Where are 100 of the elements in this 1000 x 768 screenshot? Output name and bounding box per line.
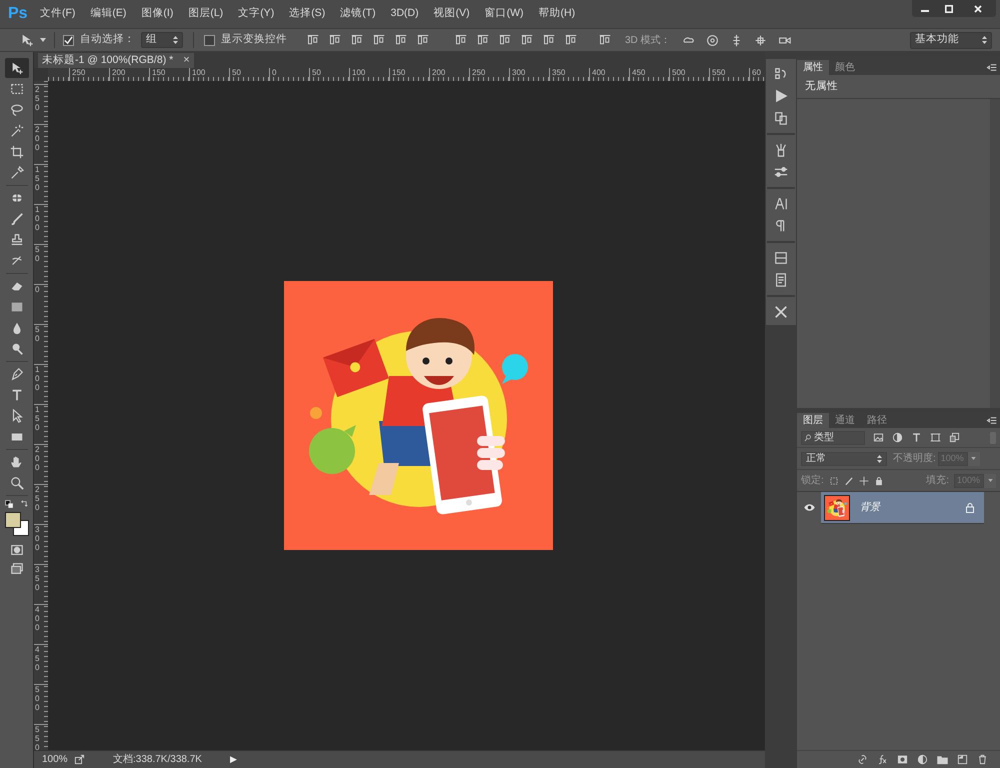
ruler-label: 250 bbox=[72, 68, 86, 78]
checkbox[interactable] bbox=[63, 34, 74, 46]
align-icon bbox=[395, 34, 407, 46]
menu-item[interactable]: 帮助(H) bbox=[538, 6, 576, 22]
ruler-label: 50 bbox=[35, 326, 40, 344]
panel-tab[interactable]: 通道 bbox=[829, 413, 861, 428]
filter-dropdown[interactable]: 类型 bbox=[801, 430, 865, 444]
marquee-tool-icon bbox=[10, 82, 24, 96]
menu-item[interactable]: 滤镜(T) bbox=[340, 6, 376, 22]
caret-icon bbox=[988, 479, 992, 482]
opacity-label: 不透明度: bbox=[893, 452, 936, 466]
panel-menu-icon bbox=[986, 415, 997, 426]
stamp-tool-icon bbox=[10, 233, 24, 247]
close-icon bbox=[974, 4, 982, 12]
color-swatches-drawing[interactable] bbox=[4, 512, 28, 536]
menu-item[interactable]: 文件(F) bbox=[40, 6, 76, 22]
ruler-label: 150 bbox=[152, 68, 166, 78]
quick-mask-icon bbox=[10, 543, 24, 557]
stepper-button[interactable] bbox=[984, 474, 996, 488]
menu-item[interactable]: 窗口(W) bbox=[484, 6, 524, 22]
ruler-label: 150 bbox=[35, 166, 40, 192]
wand-tool-icon bbox=[10, 124, 24, 138]
workspace-dropdown[interactable]: 基本功能 bbox=[910, 32, 992, 48]
layer-filter-icon bbox=[930, 432, 941, 443]
checkbox-label: 自动选择： bbox=[80, 32, 135, 48]
mask-icon bbox=[897, 754, 908, 765]
stepper-icon bbox=[982, 36, 987, 44]
ruler-label: 250 bbox=[35, 486, 40, 512]
ruler-label: 200 bbox=[112, 68, 126, 78]
search-icon bbox=[804, 434, 812, 442]
default-colors-icon bbox=[4, 500, 14, 509]
ruler-label: 550 bbox=[712, 68, 726, 78]
menu-item[interactable]: 图像(I) bbox=[141, 6, 174, 22]
ruler-label: 150 bbox=[35, 406, 40, 432]
visibility-eye-icon[interactable] bbox=[804, 504, 814, 511]
zoom-level: 100% bbox=[42, 753, 69, 767]
crop-tool-icon bbox=[10, 145, 24, 159]
folder-icon bbox=[937, 754, 948, 765]
ruler-label: 100 bbox=[35, 366, 40, 392]
menu-item[interactable]: 选择(S) bbox=[289, 6, 326, 22]
ruler-label: 200 bbox=[35, 446, 40, 472]
ruler-label: 0 bbox=[35, 286, 40, 295]
ruler-label: 400 bbox=[35, 606, 40, 632]
layer-thumbnail bbox=[825, 496, 849, 520]
ruler-label: 250 bbox=[472, 68, 486, 78]
panel-tab[interactable]: 属性 bbox=[797, 60, 829, 75]
type-tool-icon bbox=[10, 388, 24, 402]
lock-option-icon bbox=[874, 476, 884, 486]
menu-item[interactable]: 视图(V) bbox=[434, 6, 470, 22]
menu-item[interactable]: 编辑(E) bbox=[90, 6, 126, 22]
lock-option-icon bbox=[828, 476, 839, 486]
ruler-label: 300 bbox=[35, 526, 40, 552]
menu-item[interactable]: 图层(L) bbox=[188, 6, 224, 22]
adjustment-icon bbox=[917, 754, 928, 765]
new-layer-icon bbox=[957, 754, 968, 765]
distribute-icon bbox=[521, 34, 533, 46]
ruler-label: 550 bbox=[35, 726, 40, 750]
distribute-icon bbox=[543, 34, 555, 46]
layer-filter-icon bbox=[911, 432, 922, 443]
ruler-label: 50 bbox=[35, 246, 40, 264]
ruler-label: 150 bbox=[392, 68, 406, 78]
stepper-button[interactable] bbox=[968, 452, 980, 466]
hand-tool-icon bbox=[10, 455, 24, 469]
tool-button[interactable] bbox=[4, 58, 28, 78]
panel-tab[interactable]: 图层 bbox=[797, 413, 829, 428]
3d-tool-icon bbox=[754, 34, 767, 46]
target-dropdown[interactable]: 组 bbox=[141, 32, 183, 48]
dodge-tool-icon bbox=[10, 342, 24, 356]
zoom-tool-icon bbox=[10, 476, 24, 490]
layer-style-icon bbox=[877, 754, 888, 765]
caret-icon bbox=[971, 457, 976, 460]
ruler-label: 500 bbox=[35, 686, 40, 712]
panel-tab[interactable]: 颜色 bbox=[829, 60, 861, 75]
screen-mode-icon bbox=[10, 562, 24, 576]
ruler-label: 500 bbox=[672, 68, 686, 78]
document-tab[interactable]: 未标题-1 @ 100%(RGB/8) * × bbox=[38, 53, 194, 68]
checkbox-label: 显示变换控件 bbox=[221, 32, 287, 48]
lasso-tool-icon bbox=[10, 103, 24, 117]
ruler-label: 300 bbox=[512, 68, 526, 78]
layer-row[interactable]: 背景 bbox=[797, 492, 984, 524]
lock-option-icon bbox=[844, 476, 854, 486]
blend-mode-dropdown[interactable]: 正常 bbox=[801, 452, 887, 466]
clone-source-icon bbox=[774, 111, 788, 125]
align-icon bbox=[307, 34, 319, 46]
ruler-label: 60 bbox=[752, 68, 761, 78]
tab-close-button[interactable]: × bbox=[183, 52, 190, 69]
panel-tab[interactable]: 路径 bbox=[861, 413, 893, 428]
history-icon bbox=[774, 67, 788, 81]
trash-icon bbox=[977, 754, 988, 765]
distribute-icon bbox=[599, 34, 611, 46]
ruler-label: 400 bbox=[592, 68, 606, 78]
lock-label: 锁定: bbox=[801, 474, 824, 488]
ruler-label: 100 bbox=[192, 68, 206, 78]
status-menu-button[interactable]: ▶ bbox=[230, 752, 237, 766]
stepper-icon bbox=[877, 454, 882, 462]
align-icon bbox=[373, 34, 385, 46]
distribute-icon bbox=[499, 34, 511, 46]
menu-item[interactable]: 文字(Y) bbox=[238, 6, 274, 22]
checkbox[interactable] bbox=[204, 34, 215, 46]
menu-item[interactable]: 3D(D) bbox=[390, 6, 419, 22]
